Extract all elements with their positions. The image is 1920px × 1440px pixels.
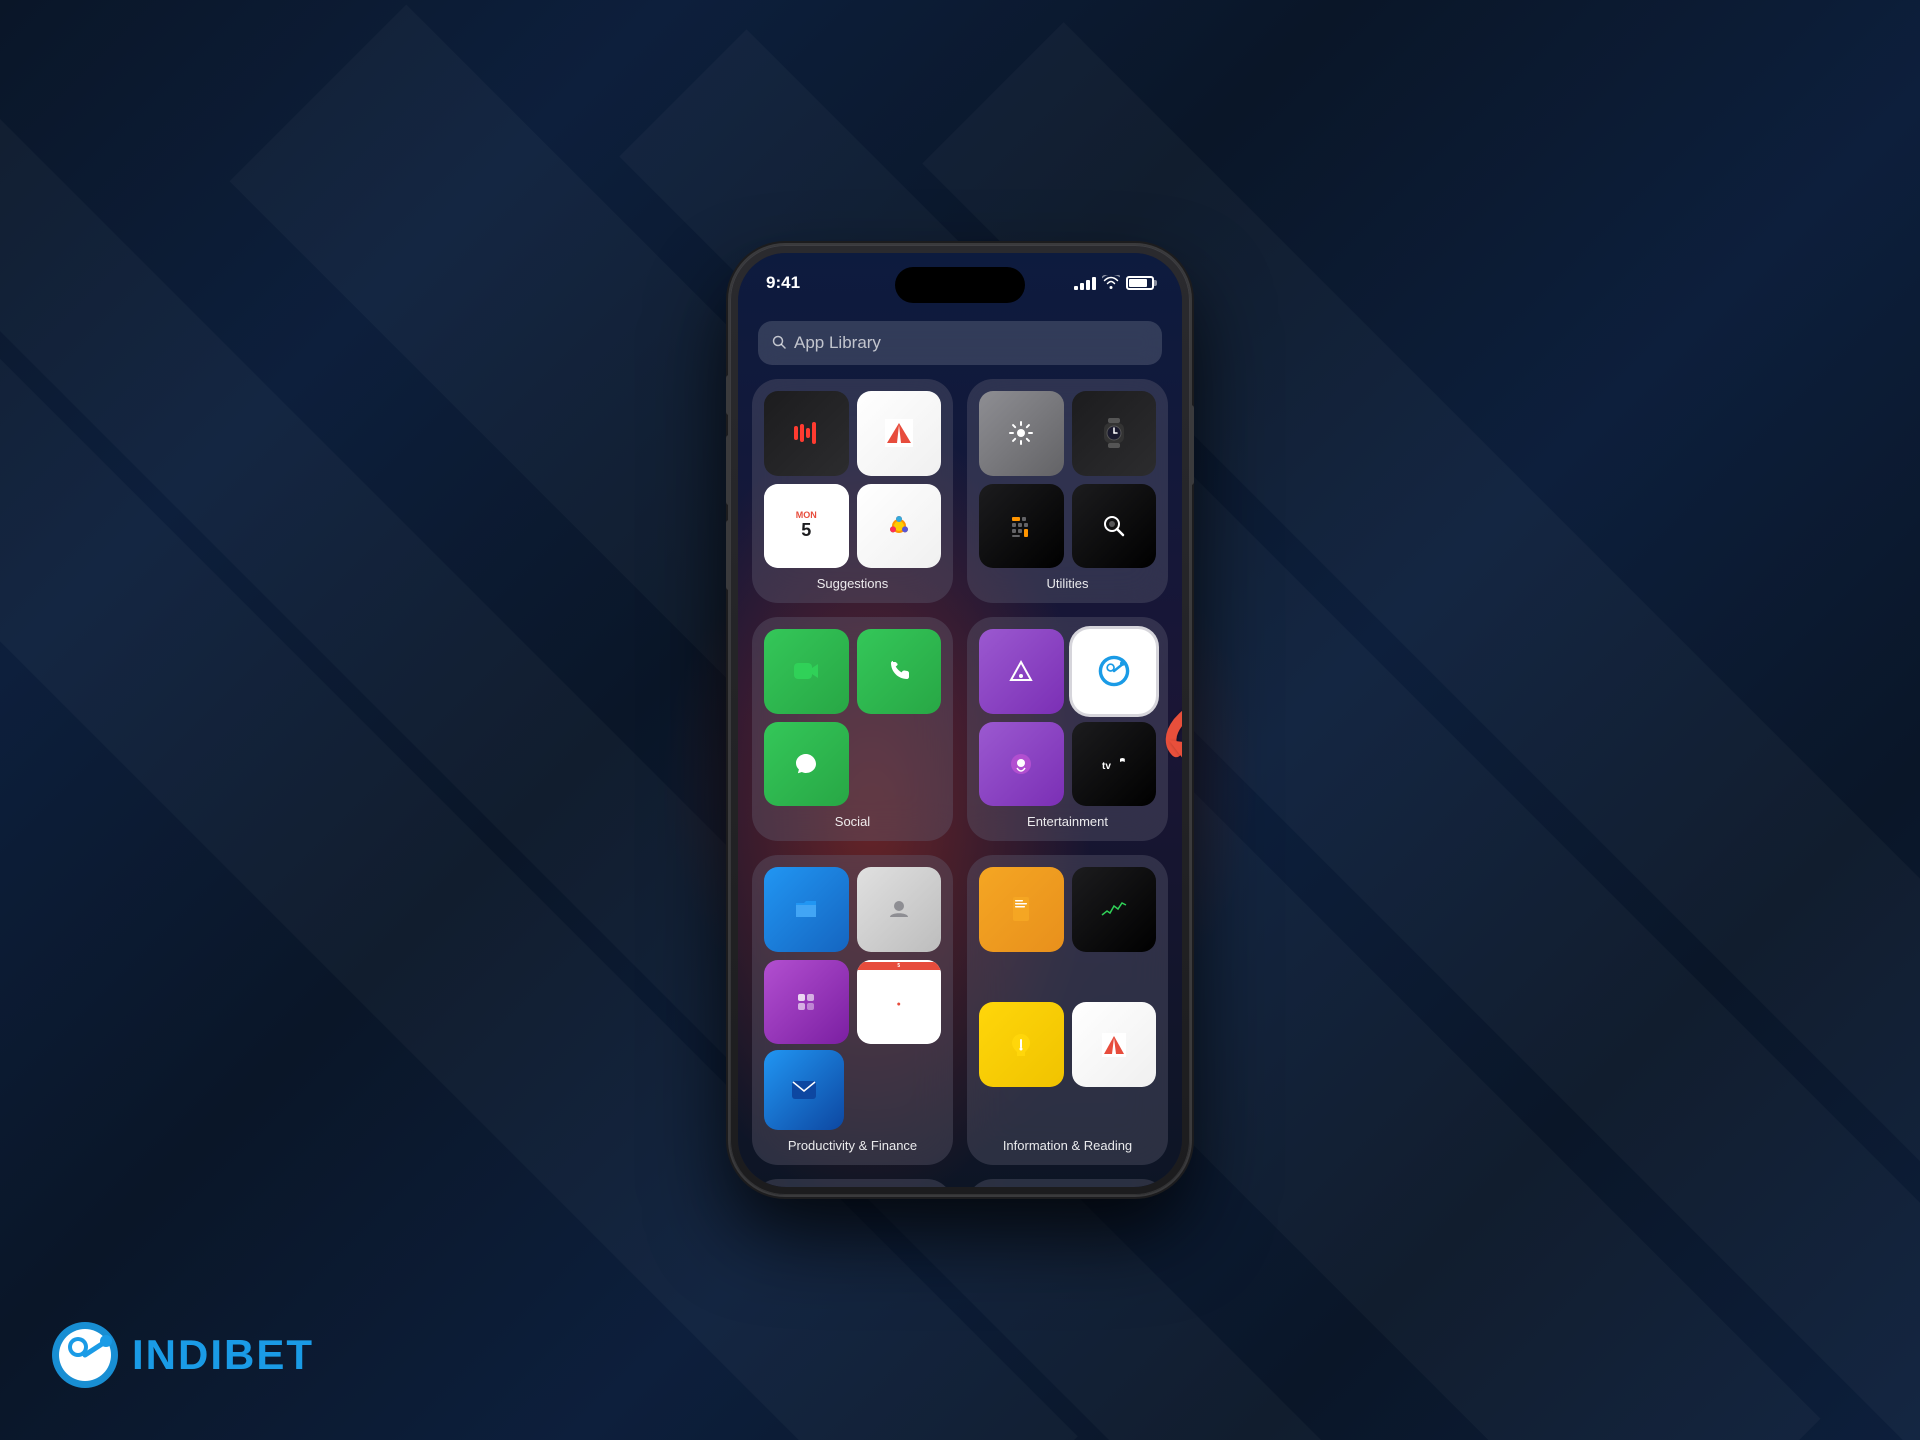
app-settings[interactable] — [979, 391, 1064, 476]
folder-information[interactable]: Information & Reading — [967, 855, 1168, 1165]
app-voice-memos[interactable] — [764, 391, 849, 476]
app-magnifier[interactable] — [1072, 484, 1157, 569]
app-contacts[interactable] — [857, 867, 942, 952]
indibet-bet: BET — [224, 1331, 314, 1378]
signal-bar-4 — [1092, 277, 1096, 290]
indibet-indi: INDI — [132, 1331, 224, 1378]
dynamic-island — [895, 267, 1025, 303]
app-news[interactable] — [857, 391, 942, 476]
folder-label-information: Information & Reading — [979, 1138, 1156, 1153]
app-facetime[interactable] — [764, 629, 849, 714]
folder-social[interactable]: Social — [752, 617, 953, 841]
folder-label-productivity: Productivity & Finance — [764, 1138, 941, 1153]
search-icon — [772, 335, 786, 352]
folder-apps-information — [979, 867, 1156, 1130]
app-photos[interactable] — [857, 484, 942, 569]
folder-productivity[interactable]: 5 ● — [752, 855, 953, 1165]
folder-label-social: Social — [764, 814, 941, 829]
app-apple-tv[interactable]: tv — [1072, 722, 1157, 807]
battery-fill — [1129, 279, 1147, 287]
screen: 9:41 — [738, 253, 1182, 1187]
app-calculator[interactable] — [979, 484, 1064, 569]
search-bar[interactable]: App Library — [758, 321, 1162, 365]
folder-utilities[interactable]: Utilities — [967, 379, 1168, 603]
folder-apps-entertainment: tv — [979, 629, 1156, 806]
status-time: 9:41 — [766, 273, 800, 293]
folder-apps-social — [764, 629, 941, 806]
folder-entertainment[interactable]: tv Entertainment — [967, 617, 1168, 841]
app-library-grid: MON 5 — [752, 379, 1168, 1167]
app-calendar-2[interactable]: 5 ● — [857, 960, 942, 1045]
indibet-text: INDIBET — [132, 1334, 314, 1376]
folder-apps-productivity: 5 ● — [764, 867, 941, 1044]
phone-body: 9:41 — [730, 245, 1190, 1195]
app-indibet[interactable] — [1072, 629, 1157, 714]
indibet-logo: INDIBET — [50, 1320, 314, 1390]
search-placeholder: App Library — [794, 333, 881, 353]
side-button-volume-down[interactable] — [726, 520, 730, 590]
folder-label-entertainment: Entertainment — [979, 814, 1156, 829]
calendar-date: 5 — [801, 520, 811, 541]
signal-icon — [1074, 277, 1096, 290]
folder-last-left[interactable] — [752, 1179, 953, 1187]
side-button-volume-up[interactable] — [726, 435, 730, 505]
signal-bar-3 — [1086, 280, 1090, 290]
app-row-2: Social — [752, 617, 1168, 841]
app-podcasts[interactable] — [979, 722, 1064, 807]
app-stocks[interactable] — [1072, 867, 1157, 952]
app-watch[interactable] — [1072, 391, 1157, 476]
side-button-mute[interactable] — [726, 375, 730, 415]
app-messages[interactable] — [764, 722, 849, 807]
signal-bar-2 — [1080, 283, 1084, 290]
folder-apps-suggestions: MON 5 — [764, 391, 941, 568]
app-phone[interactable] — [857, 629, 942, 714]
folder-label-suggestions: Suggestions — [764, 576, 941, 591]
app-shortcuts[interactable] — [764, 960, 849, 1045]
app-row-4 — [752, 1179, 1168, 1187]
app-row-1: MON 5 — [752, 379, 1168, 603]
status-icons — [1074, 275, 1154, 292]
calendar-day: MON — [796, 510, 817, 520]
app-news-small[interactable] — [1072, 1002, 1157, 1087]
app-files[interactable] — [764, 867, 849, 952]
svg-text:tv: tv — [1102, 761, 1111, 772]
indibet-name: INDIBET — [132, 1334, 314, 1376]
indibet-logo-icon — [50, 1320, 120, 1390]
folder-apps-utilities — [979, 391, 1156, 568]
app-books[interactable] — [979, 867, 1064, 952]
phone: 9:41 — [730, 245, 1190, 1195]
battery-icon — [1126, 276, 1154, 290]
app-tips[interactable] — [979, 1002, 1064, 1087]
wifi-icon — [1102, 275, 1120, 292]
app-calendar[interactable]: MON 5 — [764, 484, 849, 569]
folder-suggestions[interactable]: MON 5 — [752, 379, 953, 603]
signal-bar-1 — [1074, 286, 1078, 290]
app-mail[interactable] — [764, 1050, 844, 1130]
arrow-indicator — [1158, 682, 1182, 767]
app-itunes-store[interactable] — [979, 629, 1064, 714]
folder-last-right[interactable] — [967, 1179, 1168, 1187]
side-button-right[interactable] — [1190, 405, 1194, 485]
folder-label-utilities: Utilities — [979, 576, 1156, 591]
app-row-3: 5 ● — [752, 855, 1168, 1165]
